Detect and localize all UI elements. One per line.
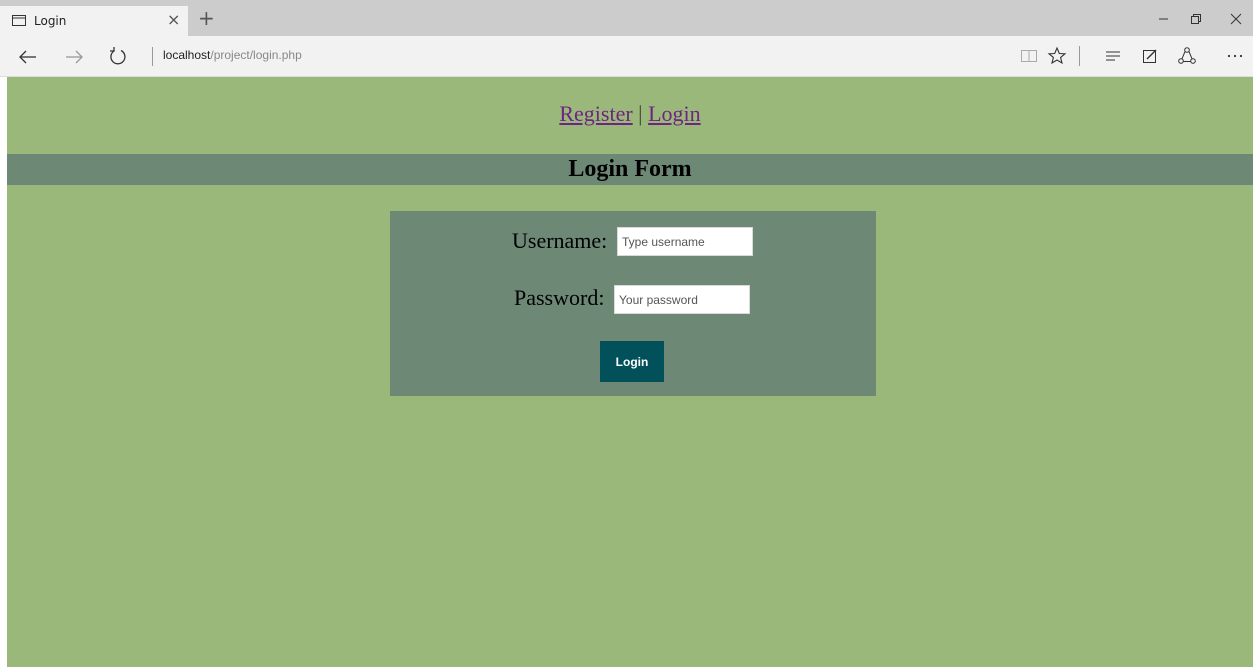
tab-title: Login (34, 14, 67, 28)
web-note-icon[interactable] (1140, 46, 1160, 66)
new-tab-button[interactable]: + (198, 8, 215, 28)
toolbar-separator (1079, 46, 1080, 66)
address-bar[interactable]: localhost/project/login.php (163, 48, 302, 62)
minimize-icon[interactable] (1155, 10, 1173, 28)
login-form: Username: Password: Login (390, 211, 876, 396)
password-label: Password: (514, 285, 605, 310)
back-icon[interactable] (16, 45, 40, 69)
link-separator: | (638, 101, 643, 126)
navigation-bar: localhost/project/login.php (0, 36, 1253, 77)
page-title: Login Form (568, 156, 692, 182)
hub-icon[interactable] (1103, 46, 1123, 66)
browser-tab[interactable]: Login × (0, 6, 188, 36)
favorite-star-icon[interactable] (1047, 46, 1067, 66)
login-button[interactable]: Login (600, 341, 664, 382)
forward-icon[interactable] (62, 45, 86, 69)
tab-bar: Login × + (0, 0, 1253, 36)
form-header-bar: Login Form (7, 154, 1253, 185)
username-label: Username: (512, 228, 608, 253)
reading-view-icon[interactable] (1019, 46, 1039, 66)
page-content: Register | Login Login Form Username: Pa… (7, 77, 1253, 667)
register-link[interactable]: Register (559, 101, 632, 126)
password-input[interactable] (614, 285, 750, 314)
restore-icon[interactable] (1187, 10, 1205, 28)
login-link[interactable]: Login (648, 101, 701, 126)
more-icon[interactable] (1225, 46, 1245, 66)
username-input[interactable] (617, 227, 753, 256)
window-icon (12, 15, 26, 26)
address-path: /project/login.php (210, 48, 302, 62)
tab-close-button[interactable]: × (167, 10, 180, 30)
close-icon[interactable] (1227, 10, 1245, 28)
address-separator (152, 47, 153, 66)
top-links: Register | Login (7, 101, 1253, 127)
refresh-icon[interactable] (106, 45, 130, 69)
address-host: localhost (163, 48, 211, 62)
share-icon[interactable] (1177, 46, 1197, 66)
